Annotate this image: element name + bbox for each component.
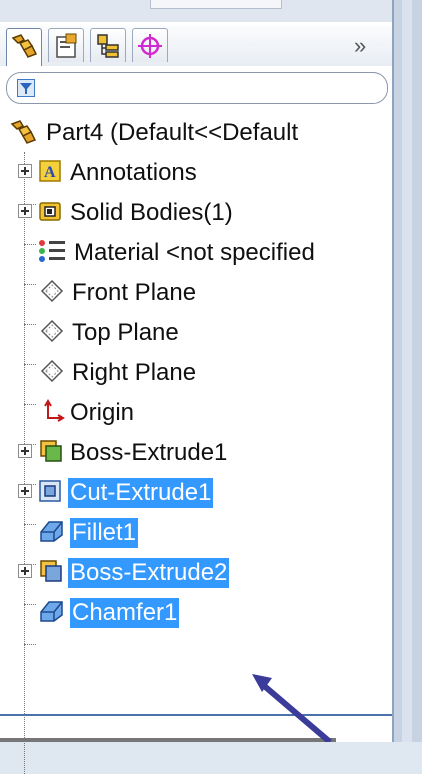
tree-item-annotations[interactable]: A Annotations xyxy=(0,152,392,192)
graphics-area-edge xyxy=(392,0,422,742)
filter-icon[interactable] xyxy=(17,79,35,97)
tree-item-origin[interactable]: Origin xyxy=(0,392,392,432)
top-tab-edge xyxy=(150,0,282,9)
tree-item-label: Boss-Extrude1 xyxy=(70,439,228,466)
tree-item-label: Solid Bodies(1) xyxy=(70,199,233,226)
status-bar-edge xyxy=(0,738,336,742)
tree-item-top-plane[interactable]: Top Plane xyxy=(0,312,392,352)
boss-extrude-icon xyxy=(40,560,62,582)
tree-item-front-plane[interactable]: Front Plane xyxy=(0,272,392,312)
tree-item-material[interactable]: Material <not specified xyxy=(0,232,392,272)
tree-item-label: Right Plane xyxy=(72,359,197,386)
window-top-edge xyxy=(0,0,392,22)
tree-item-cut-extrude1[interactable]: Cut-Extrude1 xyxy=(0,472,392,512)
panel-splitter[interactable] xyxy=(402,0,412,742)
annotations-icon: A xyxy=(39,160,61,182)
configuration-icon xyxy=(97,34,119,58)
tree-item-label: Top Plane xyxy=(72,319,179,346)
property-manager-tab[interactable] xyxy=(48,28,84,62)
property-manager-icon xyxy=(56,33,77,58)
tree-item-boss-extrude2[interactable]: Boss-Extrude2 xyxy=(0,552,392,592)
tree-item-chamfer1[interactable]: Chamfer1 xyxy=(0,592,392,632)
material-icon xyxy=(39,240,65,262)
rollback-bar[interactable] xyxy=(0,714,392,716)
tree-item-label: Cut-Extrude1 xyxy=(68,478,214,508)
tree-item-boss-extrude1[interactable]: Boss-Extrude1 xyxy=(0,432,392,472)
expand-toggle[interactable] xyxy=(18,564,32,578)
plane-icon xyxy=(40,359,64,383)
crosshair-icon xyxy=(138,34,162,58)
svg-text:A: A xyxy=(44,164,56,181)
dimxpert-tab[interactable] xyxy=(132,28,168,62)
tree-item-solid-bodies[interactable]: Solid Bodies(1) xyxy=(0,192,392,232)
feature-manager-tab[interactable] xyxy=(6,28,42,66)
tree-connector xyxy=(24,644,36,645)
tree-item-label: Material <not specified xyxy=(74,239,315,266)
tree-root-label: Part4 (Default<<Default xyxy=(46,119,299,146)
chamfer-icon xyxy=(40,601,63,622)
tree-item-fillet1[interactable]: Fillet1 xyxy=(0,512,392,552)
expand-toggle[interactable] xyxy=(18,484,32,498)
boss-extrude-icon xyxy=(40,440,62,462)
expand-toggle[interactable] xyxy=(18,204,32,218)
expand-toggle[interactable] xyxy=(18,444,32,458)
configuration-manager-tab[interactable] xyxy=(90,28,126,62)
tree-item-label: Chamfer1 xyxy=(70,598,180,628)
part-icon xyxy=(10,120,37,144)
plane-icon xyxy=(40,319,64,343)
fillet-icon xyxy=(40,521,63,542)
tree-item-label: Front Plane xyxy=(72,279,197,306)
filter-bar[interactable] xyxy=(6,72,388,104)
cut-extrude-icon xyxy=(39,480,61,502)
manager-tab-bar: » xyxy=(0,26,392,66)
tree-item-label: Fillet1 xyxy=(70,518,139,548)
tree-root-item[interactable]: Part4 (Default<<Default xyxy=(0,112,392,152)
expand-toggle[interactable] xyxy=(18,164,32,178)
origin-icon xyxy=(44,399,65,422)
tree-item-label: Origin xyxy=(70,399,135,426)
plane-icon xyxy=(40,279,64,303)
tree-item-right-plane[interactable]: Right Plane xyxy=(0,352,392,392)
tree-item-label: Annotations xyxy=(70,159,197,186)
solid-bodies-icon xyxy=(39,202,61,221)
feature-tree-icon xyxy=(11,34,38,58)
more-tabs-chevron[interactable]: » xyxy=(354,34,366,58)
tree-item-label: Boss-Extrude2 xyxy=(68,558,230,588)
